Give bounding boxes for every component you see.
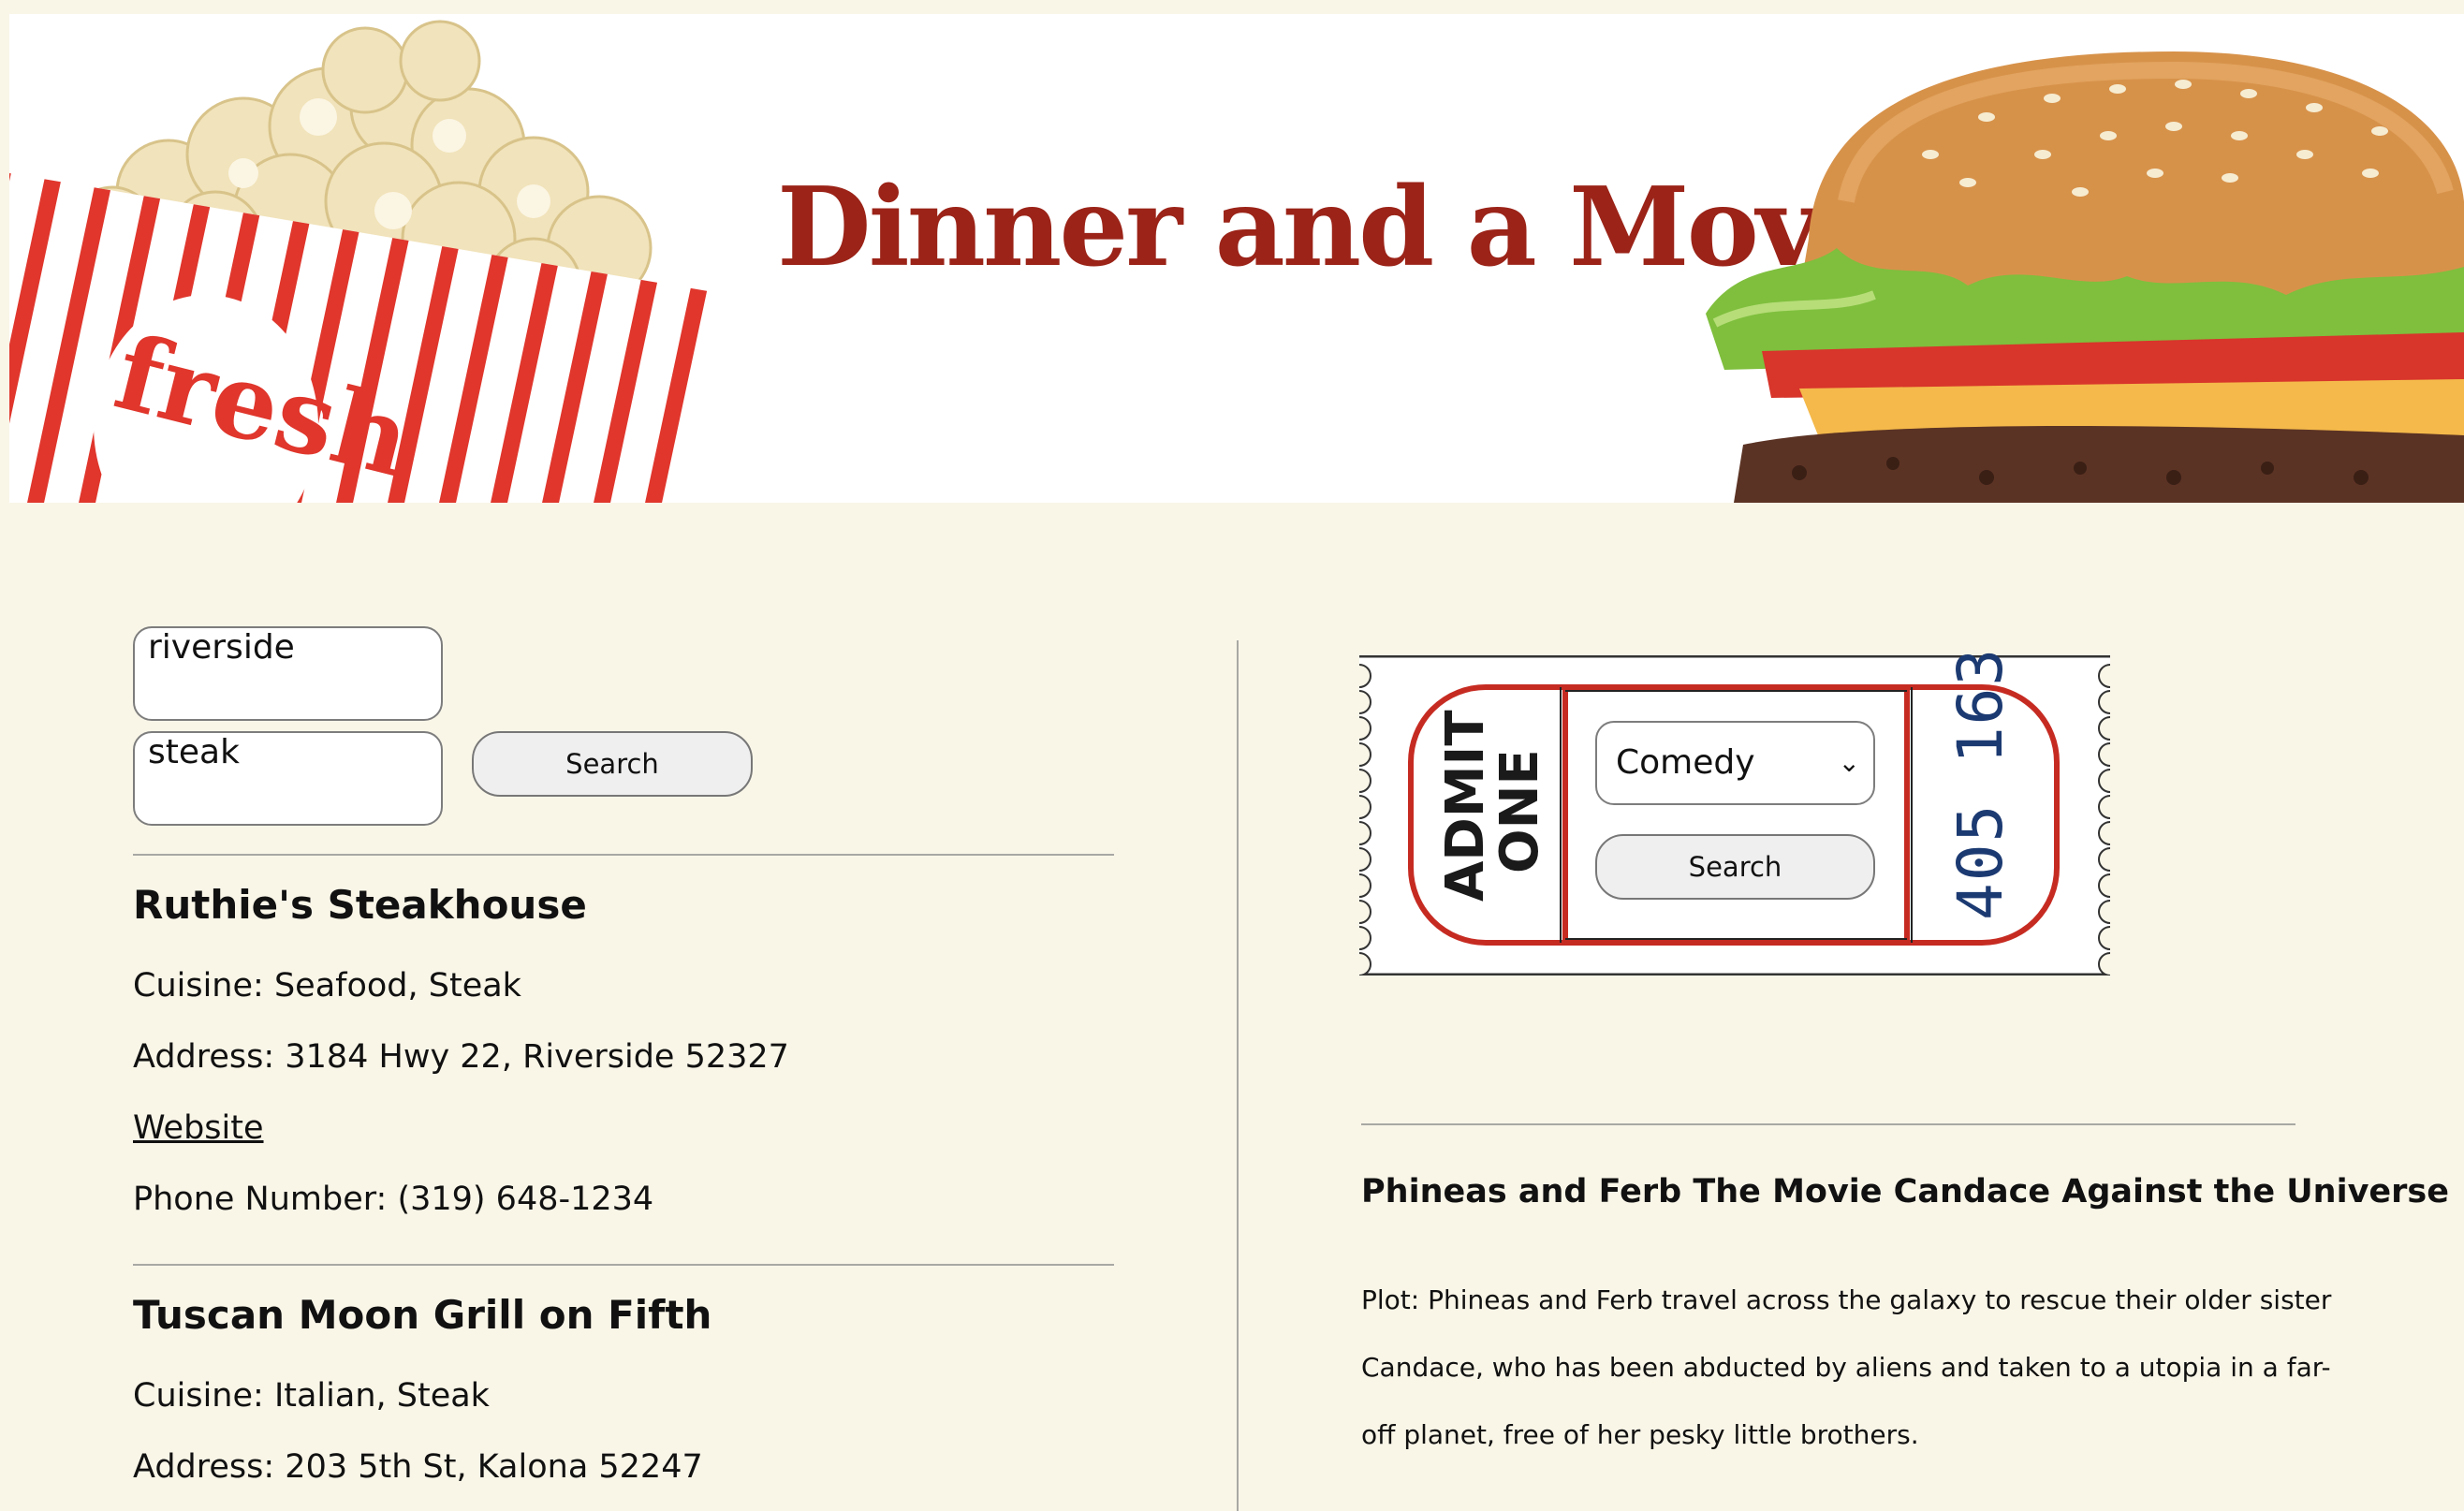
- restaurant-website-link[interactable]: Website: [133, 1109, 264, 1147]
- column-divider: [1237, 640, 1239, 1511]
- ticket-serial: 405 163: [1944, 646, 2017, 920]
- restaurant-cuisine: Cuisine: Italian, Steak: [133, 1377, 490, 1415]
- restaurant-cuisine: Cuisine: Seafood, Steak: [133, 967, 521, 1005]
- restaurant-name: Tuscan Moon Grill on Fifth: [133, 1292, 712, 1338]
- chevron-down-icon: ⌄: [1838, 747, 1860, 778]
- header-banner: fresh Dinner and a Movie: [9, 14, 2464, 503]
- page: fresh Dinner and a Movie riverside steak…: [0, 0, 2464, 1511]
- restaurant-address: Address: 203 5th St, Kalona 52247: [133, 1448, 703, 1486]
- ticket-admit-line1: ADMIT: [1435, 710, 1496, 902]
- genre-select[interactable]: Comedy ⌄: [1595, 721, 1875, 805]
- site-title: Dinner and a Movie: [777, 164, 1924, 291]
- restaurant-search-button[interactable]: Search: [472, 731, 753, 797]
- movie-plot-line: off planet, free of her pesky little bro…: [1361, 1419, 1919, 1450]
- movie-title: Phineas and Ferb The Movie Candace Again…: [1361, 1173, 2449, 1210]
- restaurant-divider: [133, 1264, 1114, 1266]
- restaurant-name: Ruthie's Steakhouse: [133, 882, 587, 928]
- genre-select-value: Comedy: [1616, 743, 1755, 782]
- burger-image: [1706, 51, 2464, 503]
- movie-divider: [1361, 1123, 2295, 1125]
- location-input[interactable]: riverside: [133, 626, 443, 721]
- restaurant-divider-top: [133, 854, 1114, 856]
- restaurant-phone: Phone Number: (319) 648-1234: [133, 1181, 654, 1218]
- food-input[interactable]: steak: [133, 731, 443, 826]
- ticket-admit-line2: ONE: [1489, 749, 1550, 873]
- popcorn-image: fresh: [9, 20, 730, 503]
- movie-plot-line: Plot: Phineas and Ferb travel across the…: [1361, 1284, 2332, 1315]
- movie-search-button[interactable]: Search: [1595, 834, 1875, 900]
- restaurant-address: Address: 3184 Hwy 22, Riverside 52327: [133, 1038, 789, 1076]
- movie-plot-line: Candace, who has been abducted by aliens…: [1361, 1352, 2331, 1383]
